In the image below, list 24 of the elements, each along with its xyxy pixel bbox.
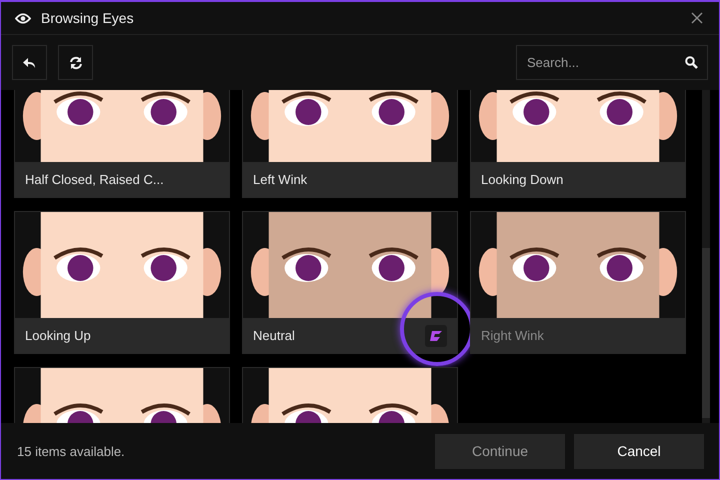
- item-card[interactable]: Looking Up: [14, 211, 230, 354]
- item-card[interactable]: Left Wink: [242, 90, 458, 198]
- refresh-button[interactable]: [58, 45, 93, 80]
- item-label: Looking Down: [481, 172, 564, 187]
- item-label: Half Closed, Raised C...: [25, 172, 164, 187]
- scrollbar-thumb[interactable]: [702, 248, 710, 418]
- cancel-button[interactable]: Cancel: [574, 434, 704, 468]
- search-icon[interactable]: [685, 56, 698, 69]
- status-text: 15 items available.: [17, 444, 126, 458]
- undo-button[interactable]: [12, 45, 47, 80]
- item-label: Looking Up: [25, 328, 91, 343]
- close-icon[interactable]: [689, 10, 705, 26]
- item-card[interactable]: Neutral: [242, 211, 458, 354]
- brush-icon[interactable]: [425, 324, 447, 346]
- refresh-icon: [68, 56, 82, 70]
- search-field[interactable]: Search...: [516, 45, 708, 80]
- item-card[interactable]: Looking Down: [470, 90, 686, 198]
- window-title: Browsing Eyes: [41, 10, 135, 26]
- item-label: Right Wink: [481, 328, 544, 343]
- undo-icon: [22, 56, 36, 68]
- item-label: Neutral: [253, 328, 295, 343]
- eye-icon: [15, 12, 31, 24]
- item-card[interactable]: Half Closed, Raised C...: [14, 90, 230, 198]
- item-label: Left Wink: [253, 172, 308, 187]
